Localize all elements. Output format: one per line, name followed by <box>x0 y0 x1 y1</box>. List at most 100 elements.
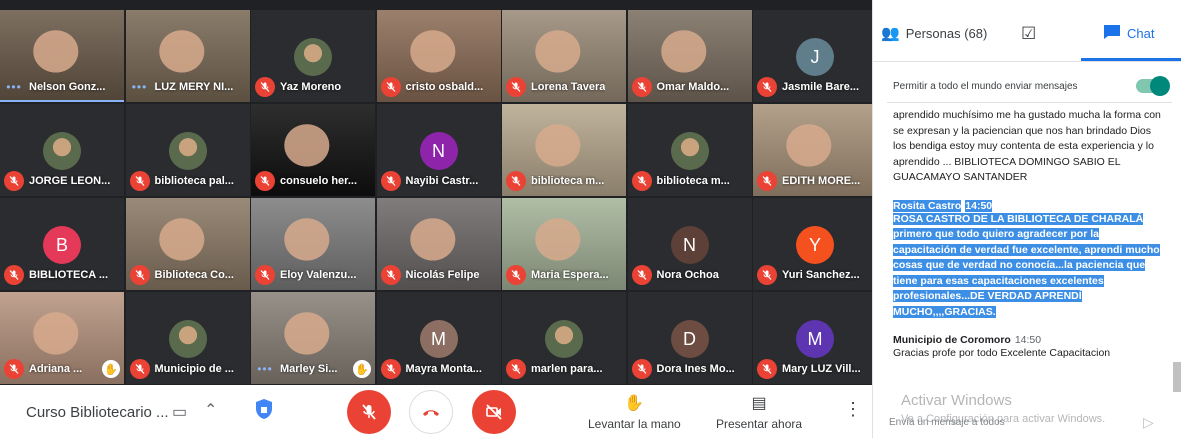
avatar <box>545 320 583 358</box>
mic-off-button[interactable] <box>347 390 391 434</box>
tab-people[interactable]: 👥 Personas (68) <box>881 24 987 42</box>
mic-off-icon <box>506 171 526 191</box>
participant-name: Maria Espera... <box>531 269 609 281</box>
video-grid: ••• Nelson Gonz... ••• LUZ MERY NI... Yaz Mo… <box>0 10 877 385</box>
participant-tile[interactable]: Municipio de ... <box>125 292 250 384</box>
avatar: N <box>419 132 458 170</box>
participant-tile[interactable]: Biblioteca Co... <box>125 198 250 290</box>
participant-name: Eloy Valenzu... <box>280 269 357 281</box>
speaking-icon: ••• <box>6 80 22 94</box>
raised-hand-icon: ✋ <box>353 360 371 378</box>
shield-icon[interactable] <box>255 398 273 423</box>
participant-tile[interactable]: JORGE LEON... <box>0 104 124 196</box>
people-icon: 👥 <box>881 25 900 42</box>
participant-name: Nora Ochoa <box>656 269 719 281</box>
participant-tile[interactable]: N Nayibi Castr... <box>376 104 501 196</box>
chat-scrollbar[interactable] <box>1173 362 1181 392</box>
participant-tile[interactable]: Yaz Moreno <box>251 10 375 102</box>
avatar <box>168 132 207 170</box>
mic-off-icon <box>129 265 150 285</box>
participant-tile[interactable]: Adriana ... ✋ <box>0 292 124 384</box>
participant-name-bar: Omar Maldo... <box>631 76 748 98</box>
tab-chat[interactable]: Chat <box>1103 24 1154 43</box>
participant-tile[interactable]: Omar Maldo... <box>627 10 752 102</box>
participant-tile[interactable]: D Dora Ines Mo... <box>627 292 752 384</box>
leave-call-button[interactable] <box>409 390 453 434</box>
chat-time: 14:50 <box>965 199 993 212</box>
chat-input[interactable]: Envía un mensaje a todos <box>889 410 1159 434</box>
participant-tile[interactable]: ••• LUZ MERY NI... <box>125 10 250 102</box>
participant-name-bar: biblioteca m... <box>631 170 748 192</box>
mic-off-icon <box>757 171 777 191</box>
avatar: J <box>796 38 834 76</box>
bottom-toolbar: Curso Bibliotecario ... ▭ ⌃ ✋ Levantar l… <box>0 385 872 438</box>
camera-off-button[interactable] <box>472 390 516 434</box>
mic-off-icon <box>362 404 376 420</box>
captions-icon[interactable]: ▭ <box>172 402 187 422</box>
participant-name: Mayra Monta... <box>405 363 482 375</box>
participant-tile[interactable]: ••• Marley Si... ✋ <box>251 292 375 384</box>
participant-name: Marley Si... <box>280 363 338 375</box>
chat-input-placeholder: Envía un mensaje a todos <box>889 416 1005 428</box>
raise-hand-button[interactable]: ✋ Levantar la mano <box>588 393 681 431</box>
allow-messages-label: Permitir a todo el mundo enviar mensajes <box>893 80 1078 92</box>
participant-tile[interactable]: EDITH MORE... <box>753 104 877 196</box>
watermark-title: Activar Windows <box>901 392 1012 409</box>
mic-off-icon <box>4 171 24 191</box>
participant-tile[interactable]: B BIBLIOTECA ... <box>0 198 124 290</box>
participant-tile[interactable]: biblioteca m... <box>627 104 752 196</box>
mic-off-icon <box>506 77 526 97</box>
send-icon[interactable]: ▷ <box>1143 414 1154 431</box>
participant-name: JORGE LEON... <box>29 175 111 187</box>
participant-tile[interactable]: biblioteca pal... <box>125 104 250 196</box>
participant-tile[interactable]: M Mayra Monta... <box>376 292 501 384</box>
more-options-icon[interactable]: ⋮ <box>844 399 862 420</box>
chat-messages: aprendido muchísimo me ha gustado mucha … <box>893 108 1163 383</box>
participant-tile[interactable]: biblioteca m... <box>502 104 626 196</box>
participant-tile[interactable]: Nicolás Felipe <box>376 198 501 290</box>
participant-name-bar: Biblioteca Co... <box>129 264 246 286</box>
participant-tile[interactable]: J Jasmile Bare... <box>753 10 877 102</box>
participant-name-bar: Yuri Sanchez... <box>757 264 873 286</box>
mic-off-icon <box>380 171 401 191</box>
avatar: M <box>419 320 458 358</box>
participant-name-bar: EDITH MORE... <box>757 170 873 192</box>
participant-name-bar: biblioteca pal... <box>129 170 246 192</box>
participant-name-bar: consuelo her... <box>255 170 371 192</box>
meeting-title[interactable]: Curso Bibliotecario ... <box>26 404 169 421</box>
allow-messages-toggle[interactable] <box>1136 76 1170 96</box>
participant-name-bar: Mayra Monta... <box>380 358 497 380</box>
participant-tile[interactable]: ••• Nelson Gonz... <box>0 10 124 102</box>
participant-name: Municipio de ... <box>154 363 234 375</box>
chat-sender: Rosita Castro <box>893 199 962 212</box>
present-now-button[interactable]: ▤ Presentar ahora <box>716 393 802 431</box>
checkbox-icon: ☑ <box>1021 24 1037 43</box>
participant-tile[interactable]: cristo osbald... <box>376 10 501 102</box>
participant-tile[interactable]: Eloy Valenzu... <box>251 198 375 290</box>
chat-message: Rosita Castro 14:50 ROSA CASTRO DE LA BIBL… <box>893 199 1163 321</box>
participant-name-bar: ••• Marley Si... ✋ <box>255 358 371 380</box>
participant-tile[interactable]: M Mary LUZ Vill... <box>753 292 877 384</box>
participant-tile[interactable]: N Nora Ochoa <box>627 198 752 290</box>
participant-tile[interactable]: Maria Espera... <box>502 198 626 290</box>
participant-name: Biblioteca Co... <box>154 269 234 281</box>
participant-name-bar: ••• Nelson Gonz... <box>4 76 120 98</box>
avatar: B <box>43 226 81 264</box>
chevron-up-icon[interactable]: ⌃ <box>204 400 217 420</box>
tab-activities[interactable]: ☑ <box>1021 24 1036 44</box>
participant-tile[interactable]: consuelo her... <box>251 104 375 196</box>
hand-icon: ✋ <box>624 395 645 412</box>
mic-off-icon <box>631 359 652 379</box>
participant-tile[interactable]: Lorena Tavera <box>502 10 626 102</box>
participant-name-bar: biblioteca m... <box>506 170 622 192</box>
participant-name-bar: cristo osbald... <box>380 76 497 98</box>
participant-name: biblioteca pal... <box>154 175 234 187</box>
participant-name: Jasmile Bare... <box>782 81 860 93</box>
mic-off-icon <box>757 77 777 97</box>
participant-name-bar: JORGE LEON... <box>4 170 120 192</box>
speaking-icon: ••• <box>131 80 148 94</box>
participant-tile[interactable]: Y Yuri Sanchez... <box>753 198 877 290</box>
participant-tile[interactable]: marlen para... <box>502 292 626 384</box>
participant-name-bar: BIBLIOTECA ... <box>4 264 120 286</box>
divider <box>887 102 1172 103</box>
